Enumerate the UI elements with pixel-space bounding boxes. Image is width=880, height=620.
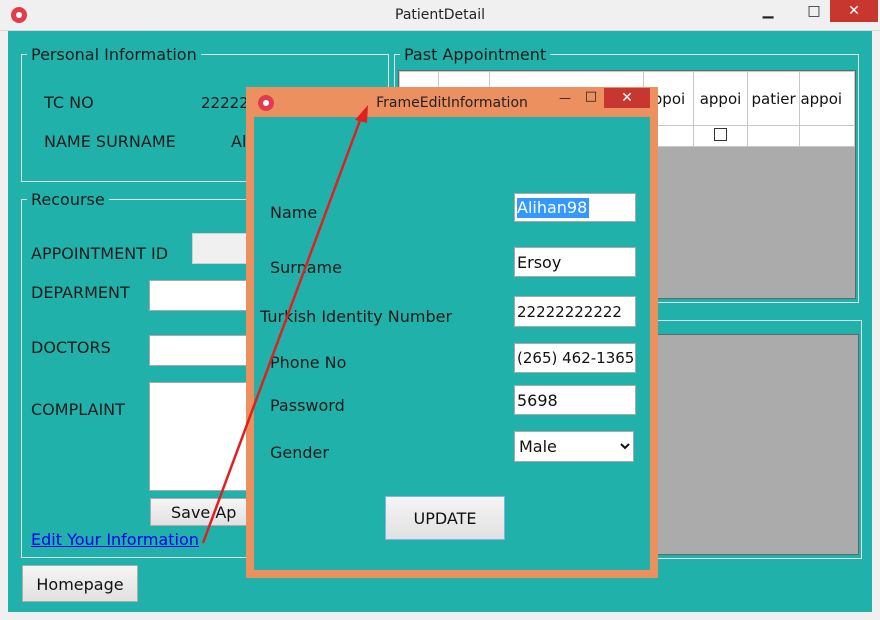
arrow-line xyxy=(201,114,364,544)
arrow-head xyxy=(355,105,368,123)
annotation-arrow xyxy=(201,105,368,544)
